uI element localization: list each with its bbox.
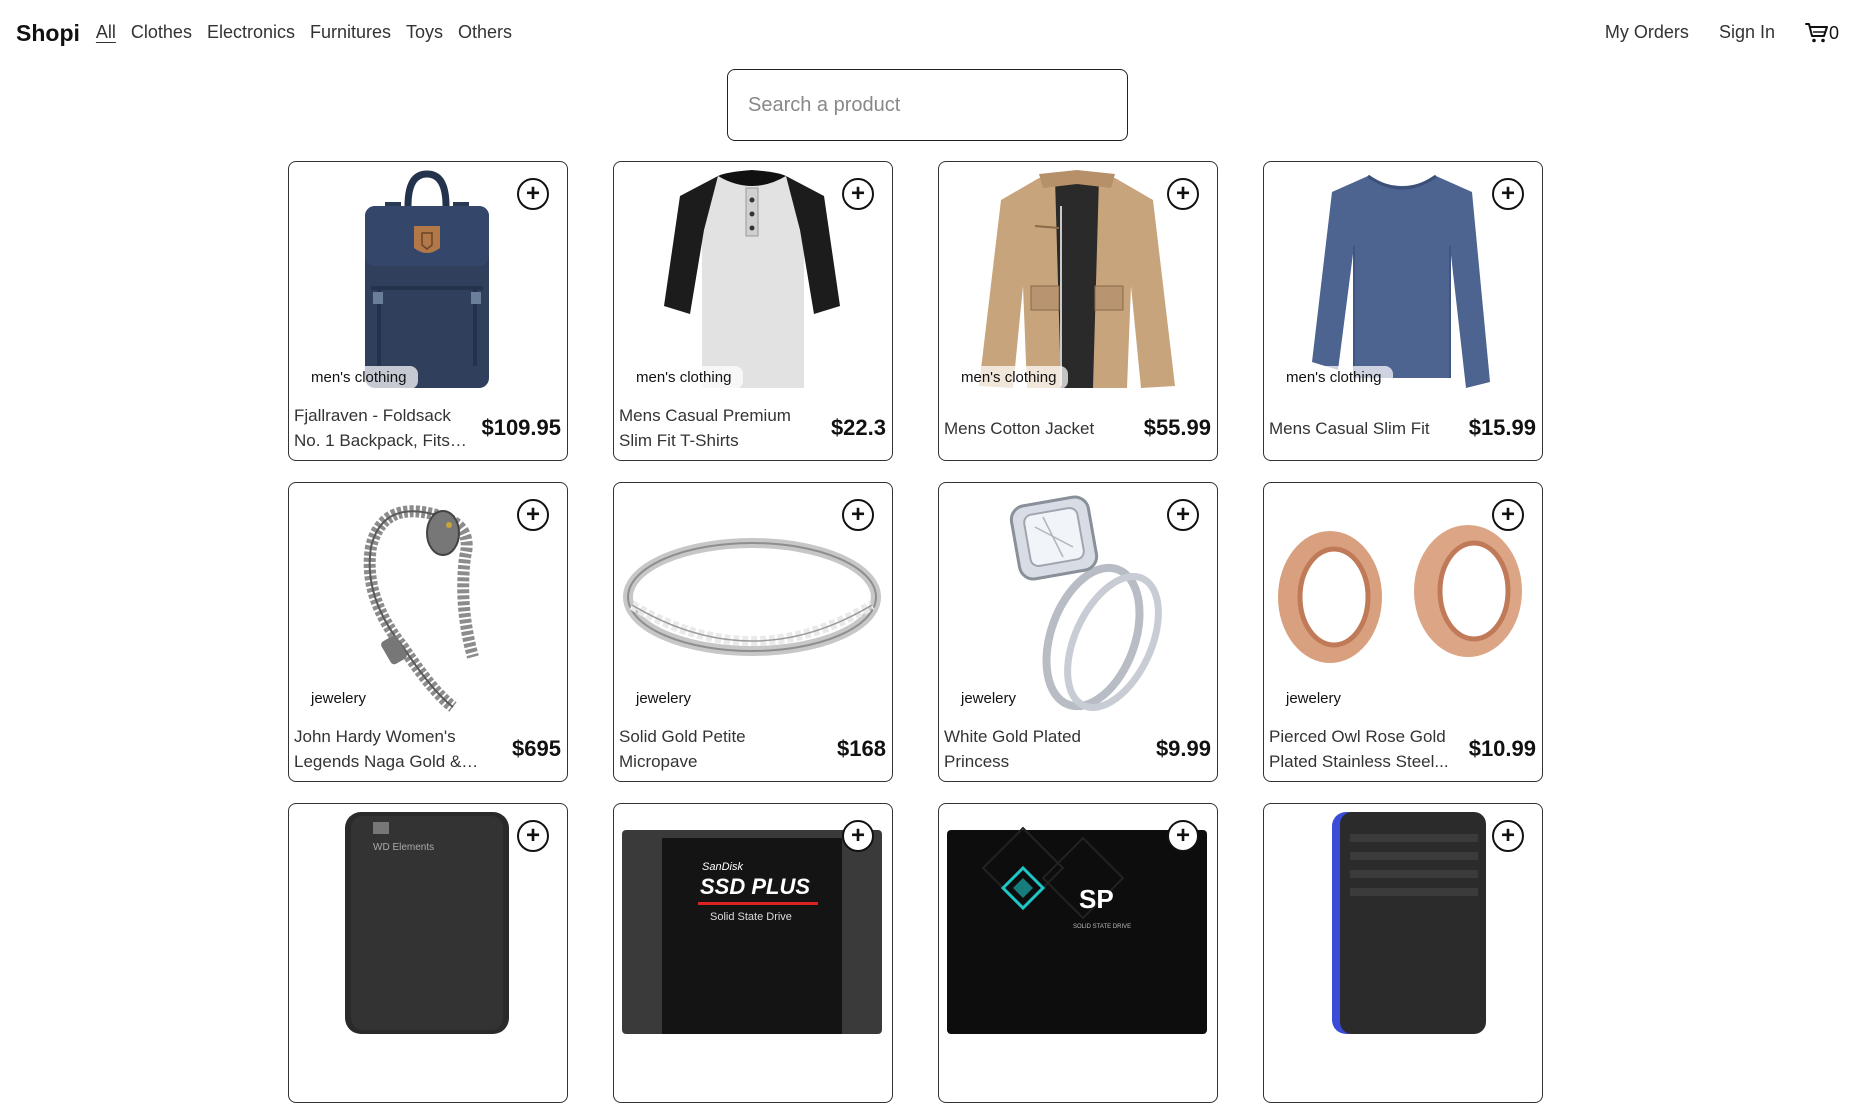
product-name: Mens Cotton Jacket [944, 418, 1095, 438]
product-card[interactable]: WD Elements + [288, 803, 568, 1103]
category-badge: men's clothing [1274, 366, 1394, 389]
nav-link-toys[interactable]: Toys [406, 22, 443, 45]
nav-link-furnitures[interactable]: Furnitures [310, 22, 391, 45]
product-price: $22.3 [830, 415, 886, 440]
add-to-cart-button[interactable]: + [1167, 178, 1199, 210]
nav-right: My Orders Sign In 0 [1605, 22, 1839, 45]
product-card[interactable]: + jewelery Solid Gold Petite Micropave $… [613, 482, 893, 782]
nav-link-others[interactable]: Others [458, 22, 512, 45]
cart-count: 0 [1828, 22, 1839, 43]
add-to-cart-button[interactable]: + [1167, 820, 1199, 852]
category-badge: jewelery [949, 687, 1029, 710]
nav-left: Shopi All Clothes Electronics Furnitures… [16, 20, 527, 47]
cart-icon [1804, 23, 1828, 43]
add-to-cart-button[interactable]: + [517, 178, 549, 210]
product-price: $55.99 [1143, 415, 1211, 440]
product-name: Mens Casual Premium Slim Fit T-Shirts [619, 406, 791, 450]
product-info: White Gold Plated Princess $9.99 [944, 719, 1211, 779]
category-badge: jewelery [1274, 687, 1354, 710]
product-name: John Hardy Women's Legends Naga Gold & S… [294, 727, 462, 771]
add-to-cart-button[interactable]: + [842, 178, 874, 210]
category-badge: jewelery [624, 687, 704, 710]
add-to-cart-button[interactable]: + [517, 820, 549, 852]
add-to-cart-button[interactable]: + [1492, 820, 1524, 852]
product-info: Mens Casual Slim Fit $15.99 [1269, 398, 1536, 458]
category-badge: men's clothing [624, 366, 744, 389]
product-info: Mens Casual Premium Slim Fit T-Shirts $2… [619, 398, 886, 458]
product-info: Solid Gold Petite Micropave $168 [619, 719, 886, 779]
product-info: Pierced Owl Rose Gold Plated Stainless S… [1269, 719, 1536, 779]
product-name: Pierced Owl Rose Gold Plated Stainless S… [1269, 727, 1449, 771]
category-badge: jewelery [299, 687, 379, 710]
product-info: Fjallraven - Foldsack No. 1 Backpack, Fi… [294, 398, 561, 458]
sign-in-link[interactable]: Sign In [1719, 22, 1775, 45]
ssd-sp-brand: SP [1079, 884, 1114, 914]
product-price: $168 [837, 736, 886, 761]
add-to-cart-button[interactable]: + [1492, 499, 1524, 531]
product-card[interactable]: + men's clothing Mens Casual Slim Fit $1… [1263, 161, 1543, 461]
product-grid: + men's clothing Fjallraven - Foldsack N… [288, 161, 1543, 1103]
product-card[interactable]: SanDisk SSD PLUS Solid State Drive + [613, 803, 893, 1103]
product-price: $9.99 [1155, 736, 1211, 761]
hard-drive-label: WD Elements [373, 842, 434, 853]
product-name: Fjallraven - Foldsack No. 1 Backpack, Fi… [294, 406, 451, 450]
product-card[interactable]: + jewelery Pierced Owl Rose Gold Plated … [1263, 482, 1543, 782]
product-card[interactable]: SP SOLID STATE DRIVE + [938, 803, 1218, 1103]
product-name: Solid Gold Petite Micropave [619, 727, 746, 771]
product-card[interactable]: + jewelery White Gold Plated Princess $9… [938, 482, 1218, 782]
product-price: $10.99 [1468, 736, 1536, 761]
nav-link-electronics[interactable]: Electronics [207, 22, 295, 45]
ssd-title: SSD PLUS [700, 874, 810, 899]
brand-logo[interactable]: Shopi [16, 20, 80, 47]
add-to-cart-button[interactable]: + [1167, 499, 1199, 531]
add-to-cart-button[interactable]: + [842, 499, 874, 531]
ssd-brand: SanDisk [702, 861, 743, 873]
ssd-sp-subtitle: SOLID STATE DRIVE [1073, 924, 1131, 930]
product-name: Mens Casual Slim Fit [1269, 418, 1430, 438]
product-name: White Gold Plated Princess [944, 727, 1082, 771]
nav-link-clothes[interactable]: Clothes [131, 22, 192, 45]
product-info: John Hardy Women's Legends Naga Gold & S… [294, 719, 561, 779]
search-input[interactable] [727, 69, 1128, 141]
product-price: $695 [512, 736, 561, 761]
product-card[interactable]: + men's clothing Fjallraven - Foldsack N… [288, 161, 568, 461]
my-orders-link[interactable]: My Orders [1605, 22, 1689, 45]
cart-button[interactable]: 0 [1804, 22, 1839, 44]
search-container [727, 69, 1128, 141]
navbar: Shopi All Clothes Electronics Furnitures… [0, 0, 1855, 66]
product-card[interactable]: + jewelery John Hardy Women's Legends Na… [288, 482, 568, 782]
product-card[interactable]: + men's clothing Mens Cotton Jacket $55.… [938, 161, 1218, 461]
product-info: Mens Cotton Jacket $55.99 [944, 398, 1211, 458]
product-price: $109.95 [481, 415, 561, 440]
product-card[interactable]: + [1263, 803, 1543, 1103]
add-to-cart-button[interactable]: + [517, 499, 549, 531]
product-card[interactable]: + men's clothing Mens Casual Premium Sli… [613, 161, 893, 461]
ssd-subtitle: Solid State Drive [710, 911, 792, 923]
product-price: $15.99 [1468, 415, 1536, 440]
nav-link-all[interactable]: All [96, 22, 116, 45]
add-to-cart-button[interactable]: + [842, 820, 874, 852]
add-to-cart-button[interactable]: + [1492, 178, 1524, 210]
category-badge: men's clothing [299, 366, 419, 389]
category-badge: men's clothing [949, 366, 1069, 389]
